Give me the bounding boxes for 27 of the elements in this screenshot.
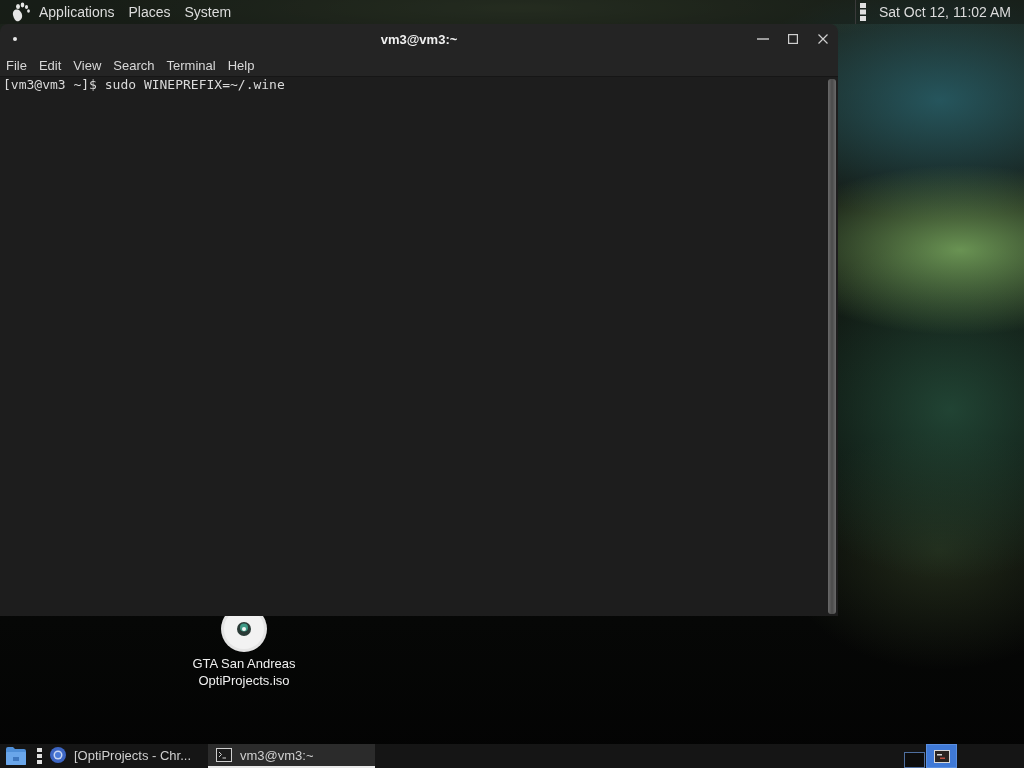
panel-menu[interactable]: Applications — [32, 4, 122, 20]
drag-handle-icon — [37, 748, 42, 764]
terminal-icon — [216, 747, 232, 763]
menu-item[interactable]: Search — [107, 57, 161, 73]
scrollbar[interactable] — [828, 79, 836, 614]
menu-item[interactable]: Help — [221, 57, 261, 73]
window-title: vm3@vm3:~ — [380, 31, 458, 47]
close-icon[interactable] — [818, 34, 828, 44]
panel-menu[interactable]: Places — [121, 4, 178, 20]
task-button[interactable]: vm3@vm3:~ — [208, 744, 375, 768]
terminal-line: [vm3@vm3 ~]$ sudo WINEPREFIX=~/.wine — [3, 77, 286, 93]
panel-menu[interactable]: System — [177, 4, 239, 20]
maximize-icon[interactable] — [788, 34, 798, 44]
drag-handle-icon — [859, 3, 866, 21]
dot-icon[interactable] — [13, 37, 17, 41]
menu-item[interactable]: Edit — [32, 57, 68, 73]
clock[interactable]: Sat Oct 12, 11:02 AM — [878, 4, 1024, 20]
disc-icon[interactable] — [221, 616, 267, 652]
window-thumbnail-icon — [933, 749, 950, 763]
menu-item[interactable]: View — [67, 57, 108, 73]
ring-icon — [50, 747, 66, 763]
menu-item[interactable]: File — [0, 57, 33, 73]
menu-item[interactable]: Terminal — [160, 57, 222, 73]
folder-icon[interactable] — [5, 746, 27, 766]
workspace-button[interactable] — [926, 744, 957, 768]
icon-label[interactable]: GTA San Andreas OptiProjects.iso — [184, 655, 304, 689]
task-button[interactable]: [OptiProjects - Chr... — [45, 744, 205, 768]
